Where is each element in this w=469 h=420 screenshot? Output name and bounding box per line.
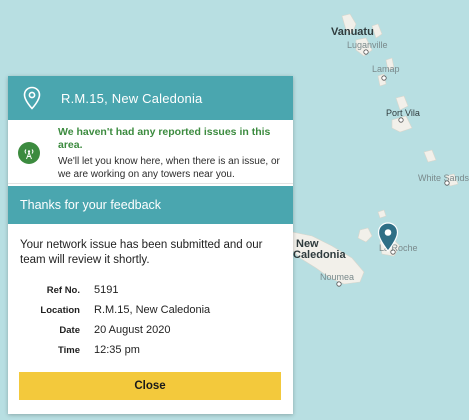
status-title: We haven't had any reported issues in th… (58, 126, 271, 151)
map-label-caledonia: Caledonia (293, 249, 346, 261)
detail-label: Time (57, 344, 80, 356)
map-label-luganville: Luganville (347, 40, 388, 50)
detail-label: Location (40, 304, 80, 316)
feedback-header: Thanks for your feedback (8, 186, 293, 224)
map-label-vanuatu: Vanuatu (331, 26, 374, 38)
submission-details: Ref No. 5191 Location R.M.15, New Caledo… (20, 280, 281, 360)
detail-row-ref: Ref No. 5191 (20, 280, 281, 300)
map-label-white-sands: White Sands (418, 173, 469, 183)
detail-value: 5191 (94, 284, 119, 296)
map-label-noumea: Noumea (320, 272, 355, 282)
map-marker-icon[interactable] (377, 222, 399, 252)
location-pin-icon (22, 86, 42, 110)
close-button[interactable]: Close (19, 372, 281, 400)
status-section: We haven't had any reported issues in th… (8, 120, 293, 184)
detail-value: 12:35 pm (94, 344, 140, 356)
network-status-panel: R.M.15, New Caledonia We haven't had any… (8, 76, 293, 414)
location-title: R.M.15, New Caledonia (61, 90, 203, 106)
detail-value: 20 August 2020 (94, 324, 171, 336)
detail-value: R.M.15, New Caledonia (94, 304, 211, 316)
detail-row-date: Date 20 August 2020 (20, 320, 281, 340)
status-body: We'll let you know here, when there is a… (58, 156, 280, 180)
detail-row-location: Location R.M.15, New Caledonia (20, 300, 281, 320)
map-label-port-vila: Port Vila (386, 108, 420, 118)
tower-icon (18, 142, 40, 164)
map-label-lamap: Lamap (372, 64, 400, 74)
feedback-body: Your network issue has been submitted an… (8, 224, 293, 360)
location-header: R.M.15, New Caledonia (8, 76, 293, 120)
detail-label: Date (59, 324, 80, 336)
feedback-message: Your network issue has been submitted an… (20, 239, 263, 266)
detail-row-time: Time 12:35 pm (20, 340, 281, 360)
detail-label: Ref No. (46, 284, 80, 296)
